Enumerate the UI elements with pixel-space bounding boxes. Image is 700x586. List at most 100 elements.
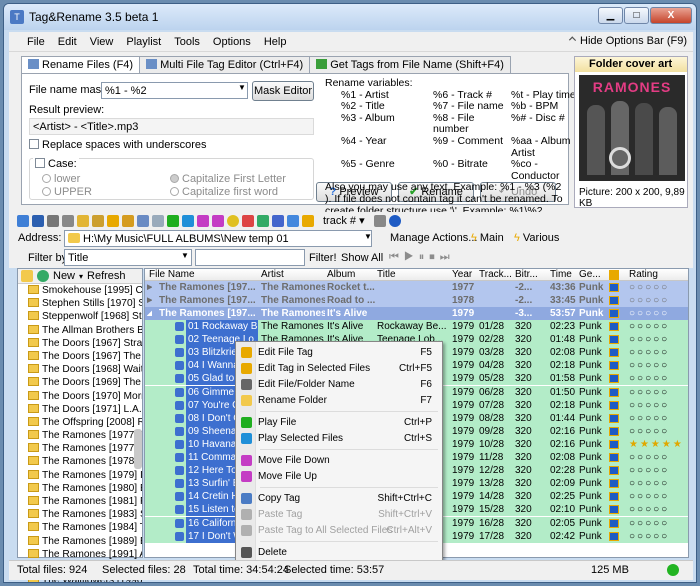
rating-stars[interactable]: ○○○○○ [629,490,669,503]
move-down-icon[interactable] [212,214,224,227]
lightning-icon[interactable] [302,214,314,227]
context-menu-item[interactable]: Copy Tag Shift+Ctrl+C [238,491,440,506]
help-icon[interactable] [373,214,386,227]
case-checkbox[interactable]: Case: [33,158,79,170]
filter-dropdown-icon[interactable]: ▼ [181,251,189,260]
col-genre[interactable]: Ge... [579,269,601,280]
rating-stars[interactable]: ○○○○○ [629,372,669,385]
play-multi-icon[interactable] [182,214,194,227]
folder-tree-item[interactable]: The Offspring [2008] R [18,416,142,429]
mask-input[interactable]: %1 - %2 [101,82,248,99]
case-lower-radio[interactable]: lower [42,173,80,185]
folder-tree-item[interactable]: The Ramones [1977] R [18,429,142,442]
rating-stars[interactable]: ○○○○○ [629,281,669,294]
tools-icon[interactable] [272,214,284,227]
cd-icon[interactable] [227,214,239,227]
expand-icon[interactable]: ▶ [147,294,152,307]
capitalize-first-word-radio[interactable]: Capitalize first word [170,186,278,198]
folder-tree-item[interactable]: Stephen Stills [1970] St [18,297,142,310]
context-menu-item[interactable]: Play File Ctrl+P [238,415,440,430]
col-file-name[interactable]: File Name [149,269,195,280]
folder-tree-item[interactable]: The Ramones [1989] B [18,535,142,548]
paste-icon[interactable] [152,214,164,227]
rating-stars[interactable]: ○○○○○ [629,412,669,425]
rating-stars[interactable]: ○○○○○ [629,503,669,516]
go-icon[interactable] [37,270,49,282]
show-all-button[interactable]: Show All [341,252,383,264]
folder-tree-item[interactable]: The Doors [1969] The S [18,376,142,389]
context-menu-item[interactable]: Edit File/Folder Name F6 [238,377,440,392]
rating-stars[interactable]: ○○○○○ [629,333,669,346]
col-track[interactable]: Track... [479,269,512,280]
col-year[interactable]: Year [452,269,472,280]
col-bitrate[interactable]: Bitr... [515,269,538,280]
filter-button[interactable]: Filter! [309,252,337,264]
folder-tree-item[interactable]: The Doors [1971] L.A. V [18,403,142,416]
rating-stars[interactable]: ○○○○○ [629,320,669,333]
new-button[interactable]: New [53,270,75,282]
filter-input[interactable] [195,249,305,266]
rating-stars[interactable]: ○○○○○ [629,307,669,320]
view-icon[interactable] [62,214,74,227]
folder-tree-item[interactable]: The Ramones [1977] R [18,442,142,455]
folder-tree-item[interactable]: Smokehouse [1995] Ca [18,284,142,297]
menu-edit[interactable]: Edit [58,36,77,48]
player-controls[interactable]: ⏮▶⏸⏹⏭ [389,251,455,264]
pencil-icon[interactable] [107,214,119,227]
info-icon[interactable] [388,214,401,227]
minimize-button[interactable]: ▁ [598,7,623,24]
folder-tree-item[interactable]: The Ramones [1983] S [18,508,142,521]
rating-stars[interactable]: ○○○○○ [629,477,669,490]
maximize-button[interactable]: □ [624,7,649,24]
context-menu-item[interactable]: Rename Folder F7 [238,393,440,408]
replace-spaces-checkbox[interactable]: Replace spaces with underscores [29,139,206,151]
col-album[interactable]: Album [327,269,355,280]
rating-stars[interactable]: ○○○○○ [629,386,669,399]
expand-icon[interactable]: ▶ [147,281,152,294]
playlist-icon[interactable] [287,214,299,227]
menu-options[interactable]: Options [213,36,251,48]
menu-file[interactable]: File [27,36,45,48]
rating-stars[interactable]: ○○○○○ [629,425,669,438]
folder-tree-item[interactable]: The Ramones [1980] E [18,482,142,495]
folder-tree-item[interactable]: The Ramones [1981] Pl [18,495,142,508]
capitalize-first-letter-radio[interactable]: Capitalize First Letter [170,173,286,185]
address-dropdown-icon[interactable]: ▼ [364,232,372,241]
copy-icon[interactable] [137,214,149,227]
action-various-button[interactable]: ϟ Various [514,232,559,244]
context-menu-item[interactable]: Paste Tag to All Selected Files Ctrl+Alt+… [238,523,440,538]
web-icon[interactable] [242,214,254,227]
folder-tree-item[interactable]: The Ramones [1979] It' [18,469,142,482]
rating-stars[interactable]: ○○○○○ [629,346,669,359]
folder-tree-item[interactable]: The Ramones [1991] A [18,548,142,561]
context-menu-item[interactable]: Play Selected Files Ctrl+S [238,431,440,446]
folder-tree-item[interactable]: The Doors [1967] The D [18,350,142,363]
play-icon[interactable] [167,214,179,227]
dropdown-arrow-icon[interactable]: ▼ [238,83,246,92]
folder-tree-item[interactable]: Steppenwolf [1968] Ste [18,310,142,323]
mask-editor-button[interactable]: Mask Editor [252,81,314,101]
rating-stars[interactable]: ★★★★★ [629,438,684,451]
rating-stars[interactable]: ○○○○○ [629,517,669,530]
menu-view[interactable]: View [90,36,114,48]
folder-icon[interactable] [77,214,89,227]
menu-playlist[interactable]: Playlist [126,36,161,48]
col-artist[interactable]: Artist [261,269,284,280]
hide-options-bar-button[interactable]: Hide Options Bar (F9) [568,35,687,47]
col-time[interactable]: Time [550,269,572,280]
close-button[interactable]: X [650,7,692,24]
context-menu-item[interactable]: Move File Down [238,453,440,468]
undo-icon[interactable] [32,214,44,227]
rating-stars[interactable]: ○○○○○ [629,451,669,464]
album-row[interactable]: ◢ The Ramones [197... The Ramones It's Aliv… [145,307,688,320]
rating-stars[interactable]: ○○○○○ [629,464,669,477]
rating-stars[interactable]: ○○○○○ [629,359,669,372]
manage-actions-button[interactable]: Manage Actions... [390,232,477,244]
rating-stars[interactable]: ○○○○○ [629,530,669,543]
move-up-icon[interactable] [197,214,209,227]
filter-field-select[interactable]: Title [64,249,192,266]
collapse-icon[interactable]: ◢ [147,307,152,320]
album-row[interactable]: ▶ The Ramones [197... The Ramones Road to .… [145,294,688,307]
context-menu-item[interactable]: Edit Tag in Selected Files Ctrl+F5 [238,361,440,376]
folder-tree-item[interactable]: The Ramones [1978] R [18,455,142,468]
